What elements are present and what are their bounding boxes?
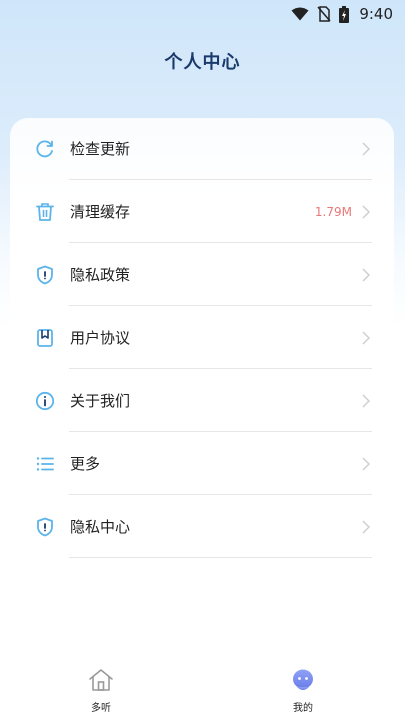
chevron-right-icon <box>360 456 372 471</box>
chevron-right-icon <box>360 141 372 156</box>
status-time: 9:40 <box>359 5 393 23</box>
divider <box>69 557 372 558</box>
chevron-right-icon <box>360 204 372 219</box>
shield-icon <box>34 516 56 538</box>
menu-item-label: 清理缓存 <box>70 203 131 221</box>
menu-item-label: 隐私中心 <box>70 518 131 536</box>
profile-icon <box>290 668 316 696</box>
nav-label: 多听 <box>91 703 111 714</box>
menu-item-user-agreement[interactable]: 用户协议 <box>34 306 372 369</box>
shield-icon <box>34 264 56 286</box>
status-bar: 9:40 <box>0 0 405 28</box>
trash-icon <box>34 201 56 223</box>
chevron-right-icon <box>360 393 372 408</box>
no-sim-icon <box>317 6 331 22</box>
menu-item-label: 关于我们 <box>70 392 131 410</box>
info-icon <box>34 390 56 412</box>
home-icon <box>88 668 114 696</box>
menu-item-privacy-policy[interactable]: 隐私政策 <box>34 243 372 306</box>
chevron-right-icon <box>360 267 372 282</box>
menu-item-label: 检查更新 <box>70 140 131 158</box>
nav-item-profile[interactable]: 我的 <box>273 668 333 716</box>
wifi-icon <box>291 7 309 21</box>
battery-charging-icon <box>339 5 350 23</box>
menu-item-more[interactable]: 更多 <box>34 432 372 495</box>
menu-item-label: 隐私政策 <box>70 266 131 284</box>
menu-item-about-us[interactable]: 关于我们 <box>34 369 372 432</box>
refresh-icon <box>34 138 56 160</box>
nav-item-home[interactable]: 多听 <box>71 668 131 716</box>
menu-item-clear-cache[interactable]: 清理缓存 1.79M <box>34 180 372 243</box>
chevron-right-icon <box>360 330 372 345</box>
menu-item-label: 用户协议 <box>70 329 131 347</box>
menu-item-check-update[interactable]: 检查更新 <box>34 117 372 180</box>
menu-item-label: 更多 <box>70 455 101 473</box>
nav-label: 我的 <box>293 703 313 714</box>
bookmark-icon <box>34 327 56 349</box>
menu-item-privacy-center[interactable]: 隐私中心 <box>34 495 372 558</box>
chevron-right-icon <box>360 519 372 534</box>
page-title: 个人中心 <box>164 52 241 73</box>
list-icon <box>34 453 56 475</box>
cache-size-value: 1.79M <box>314 204 352 219</box>
